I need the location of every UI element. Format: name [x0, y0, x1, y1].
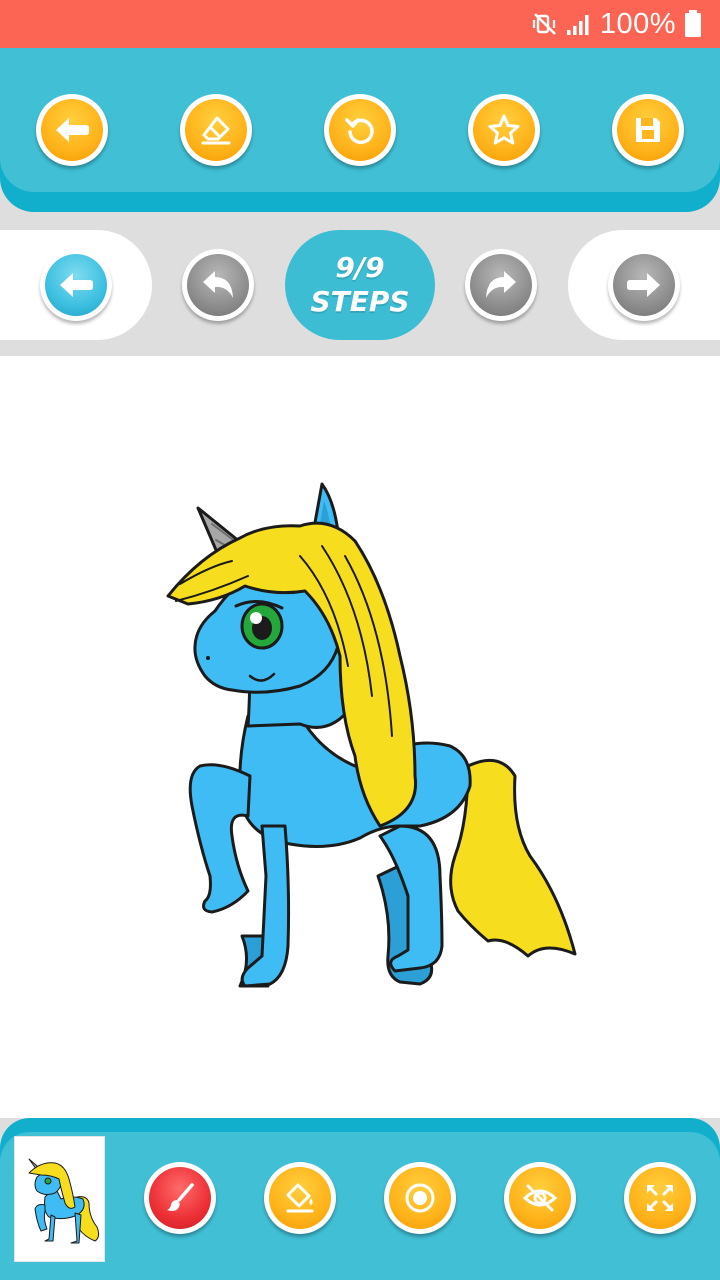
- eraser-button[interactable]: [180, 94, 252, 166]
- unicorn-illustration: [166, 482, 577, 988]
- mute-vibrate-icon: [532, 11, 558, 37]
- step-label: STEPS: [310, 285, 410, 318]
- last-step-button[interactable]: [608, 249, 680, 321]
- unicorn-thumbnail[interactable]: [14, 1136, 105, 1262]
- back-button[interactable]: [36, 94, 108, 166]
- arrow-left-icon: [56, 118, 89, 142]
- hide-guide-button[interactable]: [504, 1162, 576, 1234]
- steps-navigation: 9/9 STEPS: [0, 226, 720, 356]
- step-counter-badge: 9/9 STEPS: [285, 230, 435, 340]
- drawing-canvas[interactable]: [0, 356, 720, 1118]
- eye-off-icon: [522, 1184, 558, 1212]
- status-bar: 100%: [0, 0, 720, 48]
- step-counter: 9/9: [335, 251, 385, 284]
- refresh-icon: [345, 118, 374, 145]
- brush-button[interactable]: [144, 1162, 216, 1234]
- save-button[interactable]: [612, 94, 684, 166]
- undo-icon: [203, 271, 233, 298]
- undo-step-button[interactable]: [182, 249, 254, 321]
- battery-percentage: 100%: [599, 7, 676, 40]
- battery-icon: [684, 10, 702, 38]
- app-root: 100% 9/9 STEPS: [0, 0, 720, 1280]
- circle-dot-icon: [405, 1183, 435, 1213]
- paint-bucket-icon: [286, 1183, 314, 1213]
- unicorn-thumbnail-image: [28, 1158, 100, 1244]
- reset-button[interactable]: [324, 94, 396, 166]
- redo-step-button[interactable]: [465, 249, 537, 321]
- fullscreen-button[interactable]: [624, 1162, 696, 1234]
- favorite-button[interactable]: [468, 94, 540, 166]
- arrow-right-icon: [627, 273, 660, 297]
- redo-icon: [486, 271, 516, 298]
- brush-size-button[interactable]: [384, 1162, 456, 1234]
- floppy-disk-icon: [636, 118, 660, 142]
- expand-icon: [647, 1185, 673, 1211]
- signal-icon: [566, 12, 592, 36]
- top-toolbar: [0, 48, 720, 226]
- brush-icon: [167, 1183, 194, 1211]
- bottom-toolbar: [0, 1118, 720, 1280]
- star-icon: [488, 114, 520, 145]
- eraser-icon: [201, 116, 231, 145]
- fill-button[interactable]: [264, 1162, 336, 1234]
- first-step-button[interactable]: [40, 249, 112, 321]
- arrow-left-icon: [60, 273, 93, 297]
